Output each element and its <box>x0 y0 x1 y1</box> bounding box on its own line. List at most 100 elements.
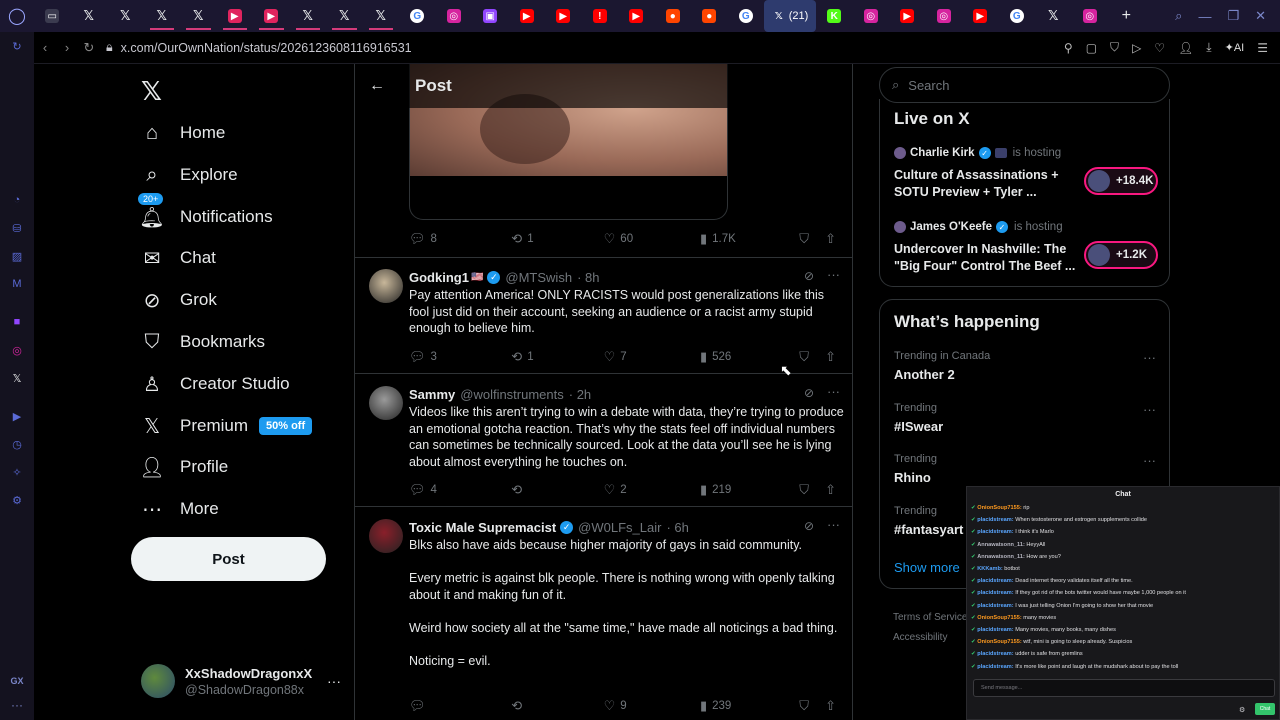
bookmark-action[interactable]: ⛉ <box>799 231 825 247</box>
nav-creator-studio[interactable]: ♙ Creator Studio <box>131 363 290 405</box>
trend-item[interactable]: Trending Rhino ··· <box>894 453 1156 485</box>
browser-tab[interactable]: ◎ <box>1072 0 1109 32</box>
grok-icon[interactable]: ⊘ <box>804 386 814 400</box>
gx-corner-icon[interactable]: ▨ <box>9 248 25 264</box>
more-options-icon[interactable]: ··· <box>827 267 840 282</box>
nav-more[interactable]: ⋯ More <box>131 488 219 530</box>
accessibility-link[interactable]: Accessibility <box>893 628 967 648</box>
snapshot-icon[interactable]: ▢ <box>1086 41 1097 55</box>
grok-icon[interactable]: ⊘ <box>804 269 814 283</box>
play-icon[interactable]: ▷ <box>1132 41 1141 55</box>
reload-icon[interactable]: ↻ <box>78 40 100 56</box>
browser-tab[interactable]: 𝕏 <box>107 0 144 32</box>
bookmark-action[interactable]: ⛉ <box>799 698 825 714</box>
browser-tab[interactable]: ▶ <box>545 0 582 32</box>
trend-more-icon[interactable]: ··· <box>1143 453 1156 468</box>
avatar[interactable] <box>369 386 403 420</box>
heart-icon[interactable]: ♡ <box>1154 41 1165 55</box>
terms-link[interactable]: Terms of Service <box>893 608 967 628</box>
aria-icon[interactable]: ◔ <box>9 192 25 208</box>
author-name[interactable]: Godking1 <box>409 270 469 285</box>
author-handle[interactable]: @W0LFs_Lair <box>578 520 661 535</box>
url-field[interactable]: 🔒︎ x.com/OurOwnNation/status/20261236081… <box>106 40 412 55</box>
x-sidebar-icon[interactable]: 𝕏 <box>9 370 25 386</box>
gx-icon[interactable]: GX <box>10 676 23 686</box>
like-action[interactable]: ♡ 2 <box>604 482 700 498</box>
views-action[interactable]: ▮ 1.7K <box>700 231 799 247</box>
nav-premium[interactable]: 𝕏 Premium 50% off <box>131 405 313 447</box>
browser-tab[interactable]: ● <box>655 0 692 32</box>
chat-username[interactable]: placidstream: <box>977 578 1015 584</box>
author-name[interactable]: Sammy <box>409 387 455 402</box>
repost-action[interactable]: ⟲ <box>511 698 603 714</box>
repost-action[interactable]: ⟲ 1 <box>511 349 603 365</box>
post-time[interactable]: · 8h <box>577 270 599 285</box>
browser-tab[interactable]: ● <box>691 0 728 32</box>
chat-username[interactable]: OnionSoup7155: <box>977 615 1023 621</box>
trend-more-icon[interactable]: ··· <box>1143 402 1156 417</box>
new-tab-icon[interactable]: + <box>1108 0 1145 32</box>
browser-tab[interactable]: G <box>999 0 1036 32</box>
chat-username[interactable]: KKKamb: <box>977 566 1004 572</box>
chat-username[interactable]: placidstream: <box>977 590 1015 596</box>
like-action[interactable]: ♡ 60 <box>604 231 700 247</box>
minimize-icon[interactable]: — <box>1198 9 1211 24</box>
download-icon[interactable]: ⤓ <box>1206 40 1211 55</box>
like-action[interactable]: ♡ 9 <box>604 698 700 714</box>
live-title[interactable]: Undercover In Nashville: The "Big Four" … <box>894 241 1076 274</box>
author-name[interactable]: Toxic Male Supremacist <box>409 520 556 535</box>
post-button[interactable]: Post <box>131 537 326 581</box>
bookmark-action[interactable]: ⛉ <box>799 349 825 365</box>
browser-tab[interactable]: ▶ <box>217 0 254 32</box>
repost-action[interactable]: ⟲ <box>511 482 603 498</box>
close-window-icon[interactable]: ✕ <box>1255 8 1266 24</box>
chat-send-button[interactable]: Chat <box>1255 703 1275 715</box>
easy-setup-icon[interactable]: ☰ <box>1257 41 1268 55</box>
like-action[interactable]: ♡ 7 <box>604 349 700 365</box>
x-logo-icon[interactable]: 𝕏 <box>141 76 162 107</box>
opera-logo-icon[interactable]: ◯ <box>0 6 34 26</box>
chat-username[interactable]: OnionSoup7155: <box>977 639 1023 645</box>
trend-more-icon[interactable]: ··· <box>1143 350 1156 365</box>
browser-tab[interactable]: K <box>816 0 853 32</box>
browser-tab[interactable]: ▣ <box>472 0 509 32</box>
author-handle[interactable]: @MTSwish <box>505 270 572 285</box>
account-more-icon[interactable]: ··· <box>327 673 341 689</box>
nav-notifications[interactable]: 🔔︎ 20+ Notifications <box>131 190 273 238</box>
browser-tab[interactable]: 𝕏 <box>1035 0 1072 32</box>
chat-username[interactable]: placidstream: <box>977 627 1015 633</box>
chat-settings-icon[interactable]: ⚙ <box>1239 706 1245 714</box>
restore-icon[interactable]: ❐ <box>1227 8 1239 24</box>
ai-button[interactable]: ✦AI <box>1225 41 1245 54</box>
profile-icon[interactable]: 👤︎ <box>1178 41 1193 55</box>
chat-username[interactable]: placidstream: <box>977 529 1015 535</box>
live-join-button[interactable]: +1.2K <box>1084 241 1158 269</box>
chat-username[interactable]: placidstream: <box>977 664 1015 670</box>
post-time[interactable]: · 6h <box>666 520 688 535</box>
chat-username[interactable]: placidstream: <box>977 603 1015 609</box>
browser-tab[interactable]: 𝕏 <box>144 0 181 32</box>
crypto-wallet-icon[interactable]: ⛁ <box>9 220 25 236</box>
avatar[interactable] <box>369 519 403 553</box>
history-icon[interactable]: ◷ <box>9 436 25 452</box>
search-tabs-icon[interactable]: ⌕ <box>1175 8 1182 24</box>
chat-username[interactable]: Annawatsonn_11: <box>977 554 1026 560</box>
browser-tab[interactable]: ▶ <box>618 0 655 32</box>
back-arrow-icon[interactable]: ← <box>355 77 399 95</box>
grok-icon[interactable]: ⊘ <box>804 519 814 533</box>
trend-item[interactable]: Trending in Canada Another 2 ··· <box>894 350 1156 382</box>
pin-icon[interactable]: ⚲ <box>1064 41 1073 55</box>
settings-icon[interactable]: ⚙ <box>9 492 25 508</box>
live-host[interactable]: Charlie Kirk ✓ is hosting <box>894 147 1061 159</box>
refresh-icon[interactable]: ↻ <box>9 38 25 54</box>
nav-explore[interactable]: ⌕ Explore <box>131 154 237 196</box>
chat-input[interactable]: Send message... <box>973 679 1275 697</box>
forward-icon[interactable]: › <box>56 40 78 55</box>
author-handle[interactable]: @wolfinstruments <box>460 387 564 402</box>
chat-username[interactable]: Annawatsonn_11: <box>977 542 1026 548</box>
browser-tab[interactable]: ! <box>582 0 619 32</box>
nav-chat[interactable]: ✉ Chat <box>131 237 216 279</box>
browser-tab[interactable]: 𝕏 <box>326 0 363 32</box>
browser-tab[interactable]: ▶ <box>253 0 290 32</box>
search-input[interactable]: ⌕ Search <box>879 67 1170 103</box>
